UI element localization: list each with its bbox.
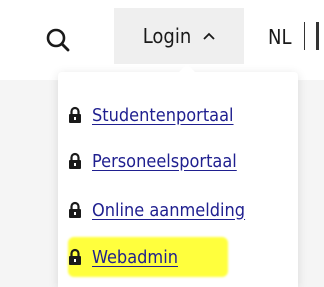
menu-item-label: Webadmin: [92, 246, 178, 268]
language-divider: [304, 22, 305, 50]
lock-icon: [68, 106, 82, 124]
lock-icon: [68, 248, 82, 266]
login-button[interactable]: Login: [114, 8, 244, 64]
language-next-cutoff: [316, 22, 319, 50]
dropdown-arrow: [178, 64, 196, 73]
login-label: Login: [142, 24, 192, 48]
menu-item-label: Studentenportaal: [92, 104, 234, 126]
menu-item-label: Personeelsportaal: [92, 150, 237, 172]
top-header: Login NL: [0, 0, 324, 80]
menu-item-personeelsportaal[interactable]: Personeelsportaal: [68, 144, 237, 178]
menu-item-label: Online aanmelding: [92, 199, 246, 221]
search-icon: [46, 28, 70, 52]
menu-item-webadmin[interactable]: Webadmin: [68, 240, 178, 274]
menu-item-online-aanmelding[interactable]: Online aanmelding: [68, 193, 245, 227]
lock-icon: [68, 201, 82, 219]
search-button[interactable]: [30, 18, 86, 62]
lock-icon: [68, 152, 82, 170]
chevron-up-icon: [203, 32, 215, 40]
menu-item-studentenportaal[interactable]: Studentenportaal: [68, 98, 234, 132]
language-current: NL: [268, 25, 292, 49]
language-switch-nl[interactable]: NL: [268, 22, 291, 52]
